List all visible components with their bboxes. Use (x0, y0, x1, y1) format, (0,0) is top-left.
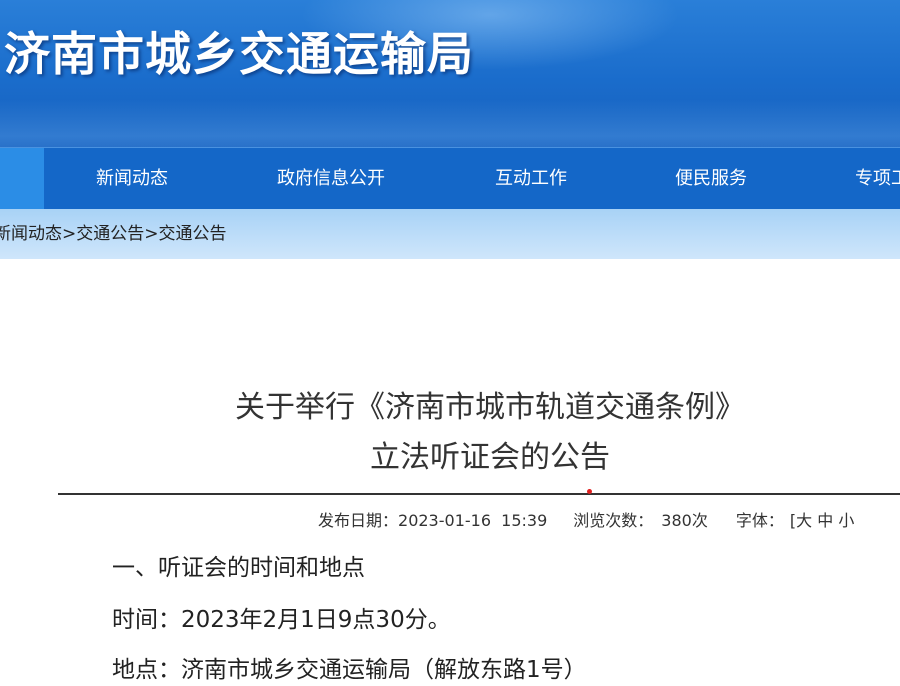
hearing-location: 地点：济南市城乡交通运输局（解放东路1号） (112, 657, 587, 683)
breadcrumb: 新闻动态>交通公告>交通公告 (0, 209, 227, 259)
article-meta: 发布日期：2023-01-16 15:39 浏览次数： 380次 字体： [大 中 小 (318, 508, 854, 534)
font-size-medium-button[interactable]: 中 (817, 511, 833, 530)
font-size-label: 字体： (735, 511, 784, 530)
breadcrumb-item-current[interactable]: 交通公告 (159, 224, 227, 244)
article-title-line2: 立法听证会的公告 (370, 440, 610, 475)
article-title: 关于举行《济南市城市轨道交通条例》 立法听证会的公告 (60, 383, 900, 483)
site-title: 济南市城乡交通运输局 (4, 27, 474, 81)
nav-item-interaction[interactable]: 互动工作 (495, 148, 567, 210)
divider-red-dot (587, 489, 592, 494)
nav-home-block[interactable] (0, 148, 44, 210)
title-divider (58, 493, 900, 495)
nav-item-services[interactable]: 便民服务 (675, 148, 747, 210)
font-size-large-button[interactable]: 大 (796, 511, 812, 530)
view-count: 380次 (661, 511, 708, 530)
breadcrumb-item-news[interactable]: 新闻动态 (0, 224, 62, 244)
breadcrumb-item-traffic-notice[interactable]: 交通公告 (76, 224, 144, 244)
site-banner: 济南市城乡交通运输局 (0, 0, 900, 147)
article-title-line1: 关于举行《济南市城市轨道交通条例》 (235, 390, 745, 425)
nav-item-gov-info[interactable]: 政府信息公开 (277, 148, 385, 210)
banner-swoosh (0, 100, 900, 147)
nav-item-special[interactable]: 专项工 (855, 148, 900, 210)
breadcrumb-separator: > (62, 224, 77, 244)
publish-date-label: 发布日期： (318, 511, 399, 530)
section-heading: 一、听证会的时间和地点 (112, 555, 365, 581)
views-label: 浏览次数： (573, 511, 654, 530)
breadcrumb-bar: 新闻动态>交通公告>交通公告 (0, 209, 900, 259)
main-nav: 新闻动态 政府信息公开 互动工作 便民服务 专项工 (0, 147, 900, 210)
publish-date: 2023-01-16 15:39 (398, 511, 548, 530)
breadcrumb-separator: > (144, 224, 159, 244)
nav-item-news[interactable]: 新闻动态 (96, 148, 168, 210)
font-size-small-button[interactable]: 小 (838, 511, 854, 530)
hearing-time: 时间：2023年2月1日9点30分。 (112, 607, 451, 633)
